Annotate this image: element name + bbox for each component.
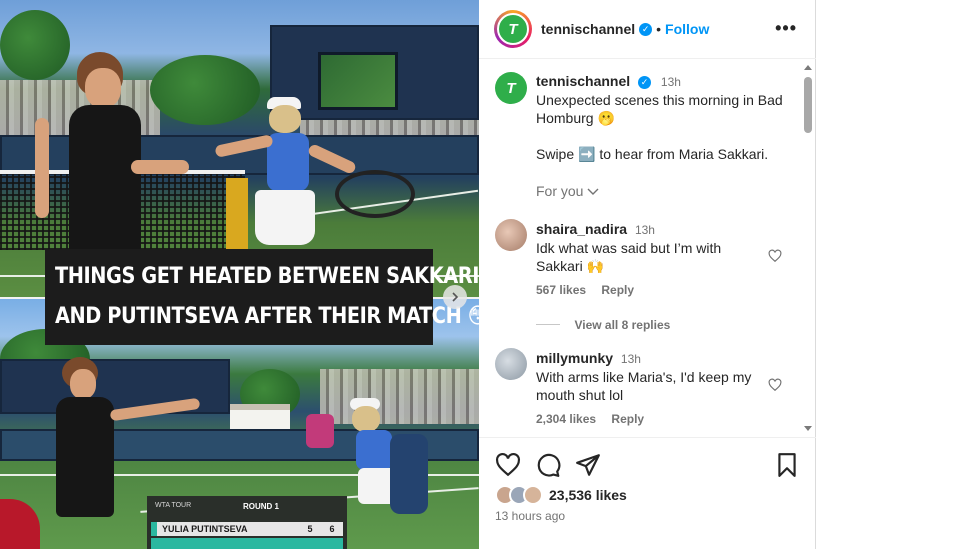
comment-reply-button[interactable]: Reply xyxy=(611,412,644,426)
commenter-avatar[interactable] xyxy=(495,219,527,251)
comment-likes[interactable]: 567 likes xyxy=(536,283,586,297)
chevron-down-icon xyxy=(587,183,599,199)
comment-time: 13h xyxy=(620,352,641,366)
foreground-object xyxy=(0,499,40,549)
comment-text-line-2: Sakkari 🙌 xyxy=(536,258,605,274)
next-slide-button[interactable] xyxy=(443,285,467,309)
commenter-avatar[interactable] xyxy=(495,348,527,380)
more-horizontal-icon[interactable]: ••• xyxy=(775,18,797,39)
scoreboard-tour: WTA TOUR xyxy=(155,502,192,509)
view-replies-button[interactable]: View all 8 replies xyxy=(536,316,670,334)
post-author-avatar[interactable]: T xyxy=(495,72,527,104)
comments-section[interactable]: T tennischannel ✓ 13h Unexpected scenes … xyxy=(479,60,816,438)
comment-username[interactable]: millymunky xyxy=(536,350,613,366)
caption-line-2: AND PUTINTSEVA AFTER THEIR MATCH 😳 xyxy=(55,304,479,329)
scoreboard-set2: 6 xyxy=(329,524,335,534)
liker-avatar xyxy=(523,485,543,505)
post-timestamp: 13 hours ago xyxy=(495,509,566,523)
account-avatar[interactable]: T xyxy=(494,10,532,48)
likes-summary[interactable]: 23,536 likes xyxy=(495,484,627,506)
post-header: T tennischannel ✓ • Follow ••• xyxy=(479,0,816,59)
scroll-up-arrow-icon[interactable] xyxy=(804,65,812,70)
for-you-dropdown[interactable]: For you xyxy=(536,183,791,199)
likes-count[interactable]: 23,536 likes xyxy=(549,487,627,503)
comment-text-line-1: With arms like Maria's, I'd keep my xyxy=(536,369,752,385)
scoreboard-player-name: YULIA PUTINTSEVA xyxy=(162,524,248,534)
video-caption: THINGS GET HEATED BETWEEN SAKKARI AND PU… xyxy=(45,249,479,345)
comment-text-line-1: Idk what was said but I’m with xyxy=(536,240,722,256)
player-flag xyxy=(151,522,157,536)
header-username[interactable]: tennischannel xyxy=(541,21,635,37)
comment-item: shaira_nadira 13h Idk what was said but … xyxy=(536,220,756,297)
comment-time: 13h xyxy=(634,223,655,237)
view-replies-label: View all 8 replies xyxy=(574,318,671,332)
scroll-down-arrow-icon[interactable] xyxy=(804,426,812,431)
verified-badge-icon: ✓ xyxy=(638,75,652,89)
post-text-line-2: Homburg 🫢 xyxy=(536,110,615,126)
scoreboard-row-player2 xyxy=(151,538,343,549)
post-side-panel: T tennischannel ✓ • Follow ••• T tennisc… xyxy=(479,0,816,549)
like-heart-icon[interactable] xyxy=(495,452,521,478)
action-bar xyxy=(495,452,800,480)
comments-scrollbar[interactable] xyxy=(803,63,813,433)
post-caption: tennischannel ✓ 13h Unexpected scenes th… xyxy=(536,72,791,199)
comment-heart-icon[interactable] xyxy=(768,378,782,392)
for-you-label: For you xyxy=(536,183,584,199)
post-text-line-3: Swipe ➡️ to hear from Maria Sakkari. xyxy=(536,146,769,162)
player-sakkari xyxy=(35,50,189,255)
share-send-icon[interactable] xyxy=(575,452,601,478)
post-text-line-1: Unexpected scenes this morning in Bad xyxy=(536,92,783,108)
scoreboard-round: ROUND 1 xyxy=(242,502,279,511)
scoreboard-set1: 5 xyxy=(307,524,313,534)
scrollbar-thumb[interactable] xyxy=(804,77,812,133)
scoreboard: WTA TOUR ROUND 1 YULIA PUTINTSEVA 5 6 xyxy=(147,496,347,549)
replies-line xyxy=(536,324,560,326)
comment-bubble-icon[interactable] xyxy=(535,452,561,478)
post-author-username[interactable]: tennischannel xyxy=(536,73,630,89)
comment-heart-icon[interactable] xyxy=(768,249,782,263)
caption-line-1: THINGS GET HEATED BETWEEN SAKKARI xyxy=(55,264,479,289)
chevron-right-icon xyxy=(450,289,460,305)
comment-item: millymunky 13h With arms like Maria's, I… xyxy=(536,349,761,426)
comment-text-line-2: mouth shut lol xyxy=(536,387,624,403)
scoreboard-row-player1: YULIA PUTINTSEVA 5 6 xyxy=(151,522,343,536)
comment-username[interactable]: shaira_nadira xyxy=(536,221,627,237)
save-bookmark-icon[interactable] xyxy=(774,452,800,478)
post-time: 13h xyxy=(660,75,681,89)
player-putintseva xyxy=(214,95,415,255)
instagram-post-view: THINGS GET HEATED BETWEEN SAKKARI AND PU… xyxy=(0,0,976,549)
verified-badge-icon: ✓ xyxy=(639,22,653,36)
separator-dot: • xyxy=(656,21,662,37)
page-background xyxy=(817,0,976,549)
comment-reply-button[interactable]: Reply xyxy=(601,283,634,297)
follow-button[interactable]: Follow xyxy=(665,21,709,37)
comment-likes[interactable]: 2,304 likes xyxy=(536,412,596,426)
post-media[interactable]: THINGS GET HEATED BETWEEN SAKKARI AND PU… xyxy=(0,0,479,549)
tennis-channel-logo: T xyxy=(497,13,529,45)
